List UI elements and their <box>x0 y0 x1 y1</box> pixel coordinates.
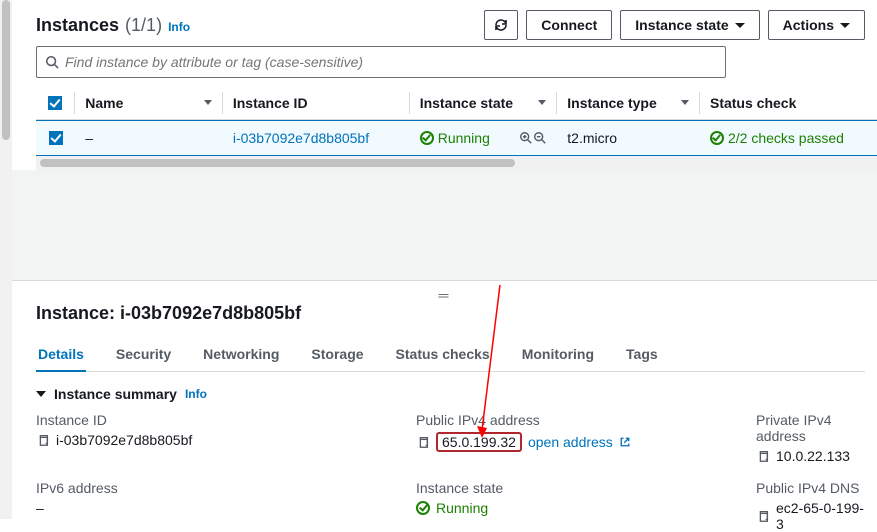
copy-icon[interactable] <box>36 433 50 447</box>
tab-security[interactable]: Security <box>114 338 173 371</box>
search-input[interactable] <box>59 53 717 71</box>
copy-icon[interactable] <box>756 449 770 463</box>
connect-button[interactable]: Connect <box>526 10 612 40</box>
tab-status-checks[interactable]: Status checks <box>394 338 492 371</box>
instance-state: Running <box>438 130 490 146</box>
row-checkbox[interactable] <box>49 131 63 145</box>
column-name[interactable]: Name <box>75 92 223 114</box>
sort-icon <box>204 100 212 105</box>
panel-drag-handle[interactable]: ═ <box>439 287 451 303</box>
value-public-ipv4: 65.0.199.32 <box>436 432 522 452</box>
actions-button[interactable]: Actions <box>768 10 865 40</box>
instance-id-link[interactable]: i-03b7092e7d8b805bf <box>233 130 369 146</box>
column-instance-id[interactable]: Instance ID <box>223 92 410 114</box>
value-instance-state: Running <box>436 500 488 516</box>
instance-count: (1/1) <box>125 15 162 36</box>
value-ipv6: – <box>36 500 44 516</box>
label-public-ipv4: Public IPv4 address <box>416 412 756 428</box>
summary-heading: Instance summary <box>54 386 177 402</box>
column-instance-type[interactable]: Instance type <box>557 92 700 114</box>
tab-tags[interactable]: Tags <box>624 338 660 371</box>
page-scrollbar[interactable] <box>0 0 12 519</box>
cell-name: – <box>75 130 223 146</box>
column-instance-state[interactable]: Instance state <box>410 92 558 114</box>
chevron-down-icon <box>735 23 745 28</box>
table-header: Name Instance ID Instance state Instance… <box>36 86 877 120</box>
column-status-check[interactable]: Status check <box>700 92 877 114</box>
search-icon <box>45 55 59 69</box>
status-ok-icon <box>710 131 724 145</box>
label-instance-state: Instance state <box>416 480 756 496</box>
table-h-scrollbar[interactable] <box>36 156 877 170</box>
value-instance-id: i-03b7092e7d8b805bf <box>56 432 192 448</box>
cell-type: t2.micro <box>557 130 700 146</box>
label-private-ipv4: Private IPv4 address <box>756 412 865 444</box>
value-public-dns: ec2-65-0-199-3 <box>776 500 865 532</box>
disclosure-icon[interactable] <box>36 391 46 397</box>
panel-gap <box>12 170 877 280</box>
sort-icon <box>681 100 689 105</box>
sort-icon <box>538 100 546 105</box>
tab-storage[interactable]: Storage <box>309 338 365 371</box>
label-instance-id: Instance ID <box>36 412 416 428</box>
tab-networking[interactable]: Networking <box>201 338 281 371</box>
instance-state-button[interactable]: Instance state <box>620 10 759 40</box>
info-link[interactable]: Info <box>168 20 190 34</box>
chevron-down-icon <box>840 23 850 28</box>
status-check: 2/2 checks passed <box>728 130 844 146</box>
select-all-checkbox[interactable] <box>48 96 62 110</box>
tab-monitoring[interactable]: Monitoring <box>520 338 596 371</box>
table-row[interactable]: – i-03b7092e7d8b805bf Running t2.micro 2… <box>36 120 877 156</box>
label-public-dns: Public IPv4 DNS <box>756 480 865 496</box>
panel-tabs: Details Security Networking Storage Stat… <box>36 338 865 372</box>
page-title: Instances <box>36 15 119 36</box>
status-ok-icon <box>416 501 430 515</box>
search-input-wrap[interactable] <box>36 46 726 78</box>
refresh-button[interactable] <box>484 10 518 40</box>
open-address-link[interactable]: open address <box>528 434 613 450</box>
external-link-icon <box>619 436 631 448</box>
copy-icon[interactable] <box>756 509 770 523</box>
copy-icon[interactable] <box>416 435 430 449</box>
info-link[interactable]: Info <box>185 387 207 401</box>
tab-details[interactable]: Details <box>36 338 86 372</box>
zoom-in-icon[interactable] <box>519 131 533 145</box>
value-private-ipv4: 10.0.22.133 <box>776 448 850 464</box>
refresh-icon <box>493 17 509 33</box>
label-ipv6: IPv6 address <box>36 480 416 496</box>
status-ok-icon <box>420 131 434 145</box>
zoom-out-icon[interactable] <box>533 131 547 145</box>
